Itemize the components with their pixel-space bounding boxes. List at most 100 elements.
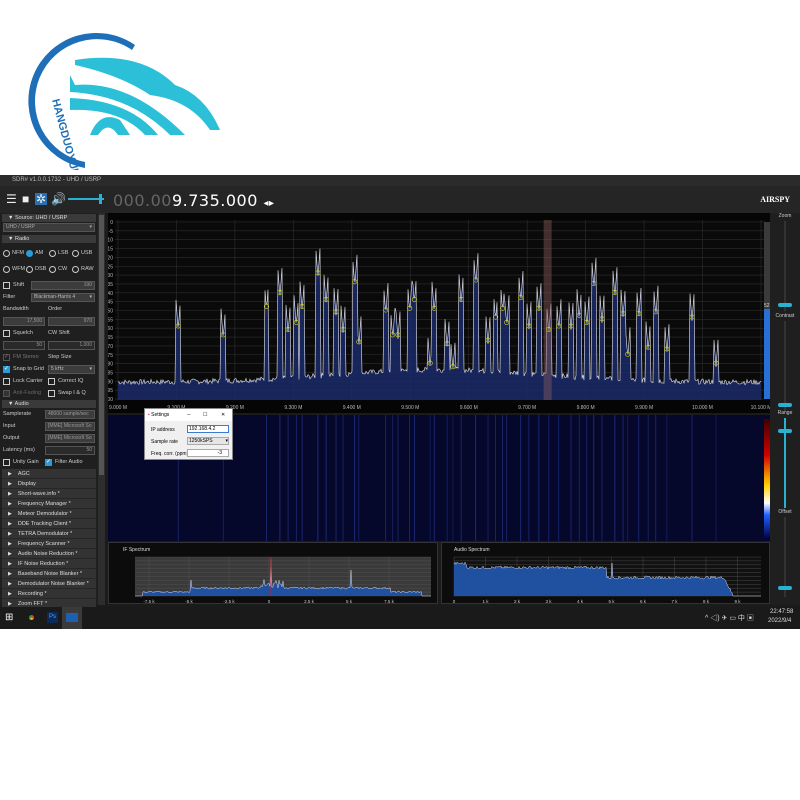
- chrome-icon[interactable]: [26, 612, 37, 623]
- shift-input[interactable]: 190: [31, 281, 95, 290]
- anti-fading-checkbox[interactable]: [3, 390, 10, 397]
- mode-radio-cw[interactable]: [49, 266, 56, 273]
- plugin-item[interactable]: ▶ AGC: [2, 469, 96, 479]
- output-select[interactable]: [MME] Microsoft So: [45, 434, 95, 443]
- expand-arrow-icon: ▶: [8, 481, 12, 487]
- plugin-item[interactable]: ▶ Display: [2, 479, 96, 489]
- samplerate-select[interactable]: 48000 sample/sec: [45, 410, 95, 419]
- expand-arrow-icon: ▶: [8, 531, 12, 537]
- radio-header[interactable]: ▼ Radio: [2, 235, 96, 243]
- y-tick-label: -60: [108, 326, 113, 332]
- photoshop-icon[interactable]: Ps: [47, 612, 58, 623]
- zoom-slider-knob[interactable]: [778, 303, 792, 307]
- mode-radio-raw[interactable]: [72, 266, 79, 273]
- cw-shift-input[interactable]: 1,000: [48, 341, 95, 350]
- close-icon[interactable]: ✕: [221, 409, 225, 421]
- freq-corr-input[interactable]: -3: [187, 449, 229, 457]
- source-select[interactable]: UHD / USRP ▾: [3, 223, 95, 232]
- volume-slider[interactable]: [68, 194, 104, 204]
- mode-radio-dsb[interactable]: [26, 266, 33, 273]
- lock-carrier-checkbox[interactable]: [3, 378, 10, 385]
- range-label: Range: [777, 410, 793, 416]
- mode-radio-usb[interactable]: [72, 250, 79, 257]
- input-label: Input: [3, 423, 16, 429]
- mode-radio-lsb[interactable]: [49, 250, 56, 257]
- zoom-slider[interactable]: [784, 221, 786, 311]
- plugin-item[interactable]: ▶ DDE Tracking Client *: [2, 519, 96, 529]
- offset-slider[interactable]: [784, 517, 786, 597]
- stop-icon[interactable]: ■: [22, 193, 29, 205]
- x-tick-label: 9.400 M: [343, 405, 361, 411]
- plugin-item[interactable]: ▶ Baseband Noise Blanker *: [2, 569, 96, 579]
- plugin-item[interactable]: ▶ TETRA Demodulator *: [2, 529, 96, 539]
- x-tick-label: 9.600 M: [460, 405, 478, 411]
- sdr-window: SDR# v1.0.0.1732 - UHD / USRP ☰ ■ ✲ 🔊 00…: [0, 175, 800, 609]
- plugin-item[interactable]: ▶ Audio Noise Reduction *: [2, 549, 96, 559]
- audio-header[interactable]: ▼ Audio: [2, 400, 96, 408]
- filter-select[interactable]: Blackman-Harris 4 ▾: [31, 293, 95, 302]
- plugin-item[interactable]: ▶ IF Noise Reduction *: [2, 559, 96, 569]
- expand-arrow-icon: ▶: [8, 551, 12, 557]
- snap-to-grid-checkbox[interactable]: ✓: [3, 366, 10, 373]
- maximize-icon[interactable]: ☐: [203, 409, 207, 421]
- spectrum-analyzer[interactable]: 0 -5 -10 -15 -20 -25 -30 -35 -40 -45 -50 -55 -60 -65 -…: [108, 213, 770, 413]
- toolbar: ☰ ■ ✲ 🔊 000.009.735.000 ◂▸ AIRSPY: [0, 186, 800, 213]
- clock-date[interactable]: 2022/9/4: [768, 618, 791, 624]
- y-tick-label: -15: [108, 247, 113, 253]
- clock-time[interactable]: 22:47:58: [770, 609, 793, 615]
- cw-shift-label: CW Shift: [48, 330, 70, 336]
- order-input[interactable]: 970: [48, 317, 95, 326]
- plugin-item[interactable]: ▶ Recording *: [2, 589, 96, 599]
- contrast-slider-knob[interactable]: [778, 403, 792, 407]
- menu-icon[interactable]: ☰: [6, 193, 17, 205]
- left-panel-scrollbar[interactable]: [98, 213, 105, 605]
- fm-stereo-checkbox[interactable]: ✓: [3, 354, 10, 361]
- plugin-item[interactable]: ▶ Frequency Scanner *: [2, 539, 96, 549]
- plugin-item[interactable]: ▶ Demodulator Noise Blanker *: [2, 579, 96, 589]
- frequency-display[interactable]: 000.009.735.000 ◂▸: [113, 191, 275, 210]
- offset-slider-knob[interactable]: [778, 586, 792, 590]
- tray-icons[interactable]: ^ ◁) ✈ ▭ 中 ▣: [705, 613, 754, 623]
- step-arrows-icon[interactable]: ◂▸: [264, 198, 275, 209]
- unity-gain-checkbox[interactable]: [3, 459, 10, 466]
- sample-rate-select[interactable]: 1250kSPS ▾: [187, 437, 229, 445]
- contrast-slider[interactable]: [784, 321, 786, 411]
- minimize-icon[interactable]: ─: [187, 409, 191, 421]
- source-header[interactable]: ▼ Source: UHD / USRP: [2, 214, 96, 222]
- level-value: 52: [764, 303, 770, 309]
- step-size-select[interactable]: 5 kHz ▾: [48, 365, 95, 374]
- range-slider-knob[interactable]: [778, 429, 792, 433]
- speaker-icon[interactable]: 🔊: [51, 193, 66, 205]
- mode-radio-nfm[interactable]: [3, 250, 10, 257]
- plugin-item[interactable]: ▶ Meteor Demodulator *: [2, 509, 96, 519]
- swap-iq-checkbox[interactable]: [48, 390, 55, 397]
- input-select[interactable]: [MME] Microsoft So: [45, 422, 95, 431]
- x-tick-label: -2.5 k: [223, 599, 235, 604]
- bandwidth-input[interactable]: 17,500: [3, 317, 45, 326]
- y-tick-label: -50: [108, 309, 113, 315]
- anti-fading-label: Anti-Fading: [13, 390, 42, 396]
- mode-radio-wfm[interactable]: [3, 266, 10, 273]
- mode-radio-am[interactable]: [26, 250, 33, 257]
- squelch-input[interactable]: 50: [3, 341, 45, 350]
- windows-start-icon[interactable]: ⊞: [5, 612, 13, 623]
- tuned-frequency-band[interactable]: [543, 220, 552, 400]
- squelch-checkbox[interactable]: [3, 330, 10, 337]
- latency-input[interactable]: 50: [45, 446, 95, 455]
- window-title: SDR# v1.0.0.1732 - UHD / USRP: [12, 177, 102, 183]
- shift-checkbox[interactable]: [3, 282, 10, 289]
- panel-title: Audio Spectrum: [454, 547, 490, 553]
- x-tick-label: 10.100 M: [751, 405, 770, 411]
- correct-iq-checkbox[interactable]: [48, 378, 55, 385]
- y-tick-label: -30: [108, 273, 113, 279]
- ip-address-input[interactable]: 192.168.4.2: [187, 425, 229, 433]
- mode-label: CW: [58, 266, 68, 272]
- sdr-taskbar-button[interactable]: [62, 607, 82, 629]
- plugin-item[interactable]: ▶ Short-wave.info *: [2, 489, 96, 499]
- freq-corr-label: Freq. corr. (ppm): [151, 451, 189, 457]
- filter-audio-checkbox[interactable]: ✓: [45, 459, 52, 466]
- gear-icon[interactable]: ✲: [35, 193, 48, 205]
- latency-label: Latency (ms): [3, 447, 35, 453]
- ime-indicator[interactable]: 中: [738, 615, 745, 622]
- plugin-item[interactable]: ▶ Frequency Manager *: [2, 499, 96, 509]
